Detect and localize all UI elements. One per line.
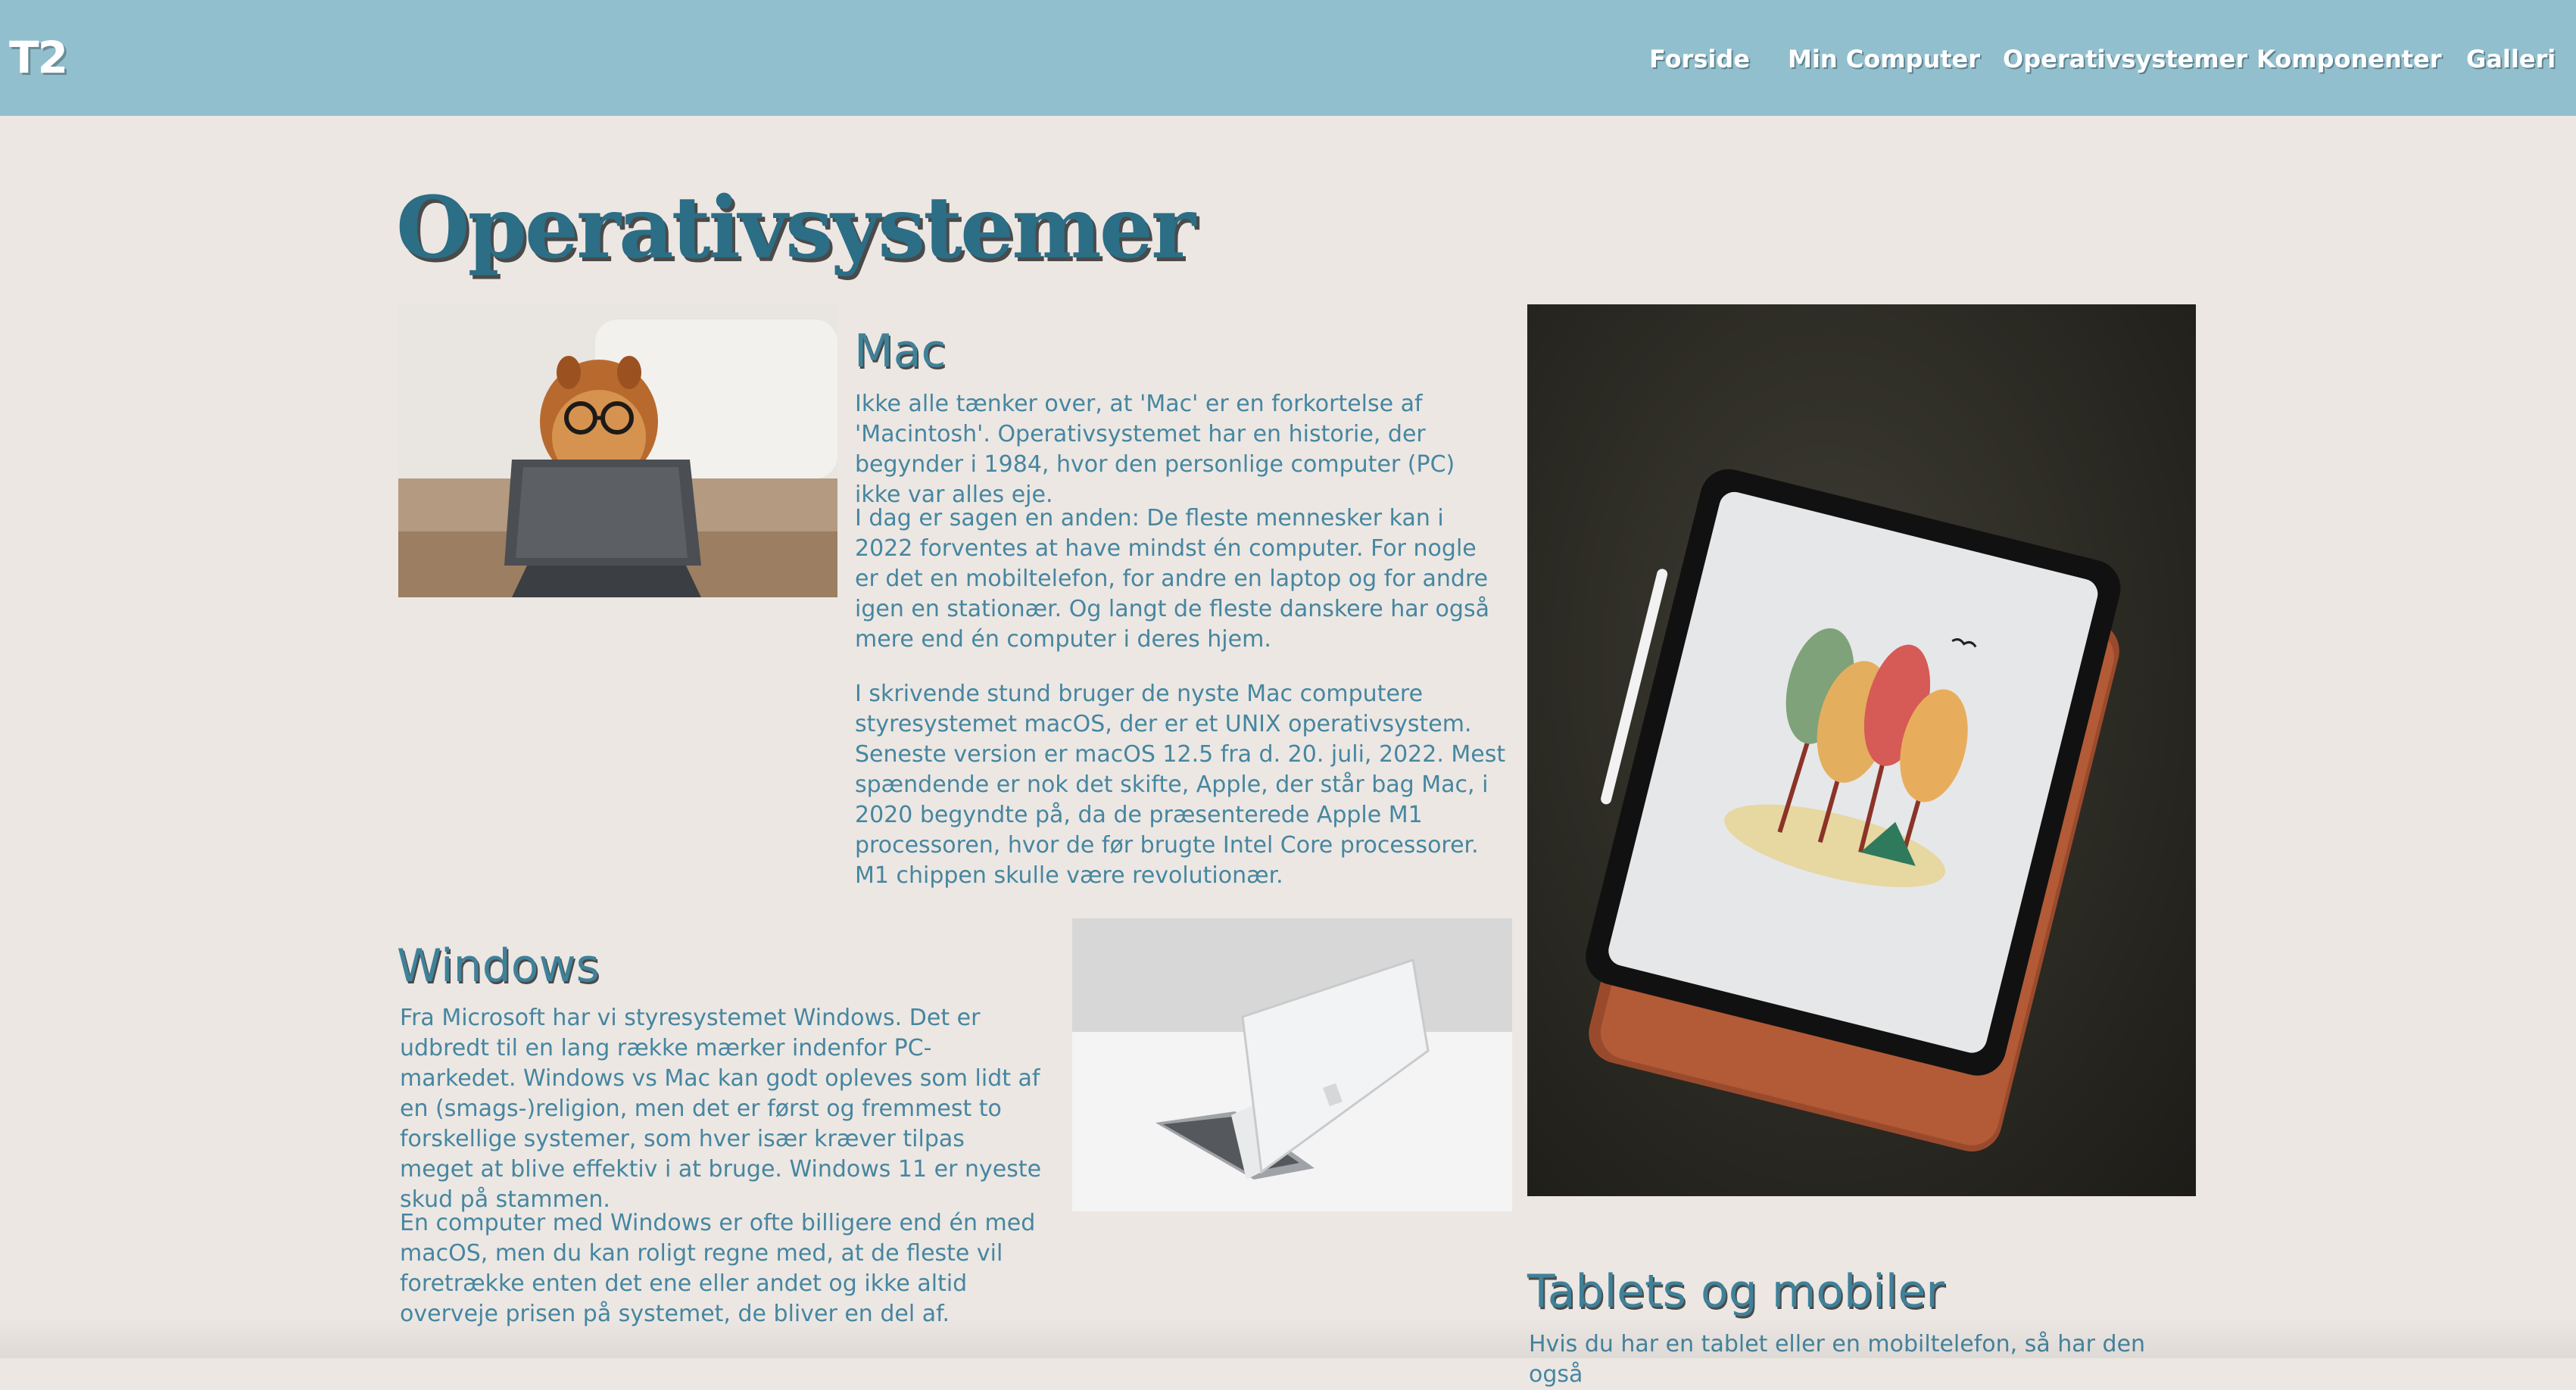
nav-link-min-computer[interactable]: Min Computer — [1788, 42, 1980, 76]
nav-link-forside[interactable]: Forside — [1649, 42, 1750, 76]
nav-link-operativsystemer[interactable]: Operativsystemer — [2003, 42, 2247, 76]
mac-paragraph-3: I skrivende stund bruger de nyste Mac co… — [855, 681, 1506, 889]
windows-paragraph-2: En computer med Windows er ofte billiger… — [400, 1210, 1036, 1327]
mac-paragraph-1: Ikke alle tænker over, at 'Mac' er en fo… — [855, 391, 1455, 508]
page-title: Operativsystemer — [396, 179, 1196, 278]
tablets-heading: Tablets og mobiler — [1527, 1265, 1945, 1318]
dog-with-glasses-photo — [398, 304, 837, 597]
windows-heading: Windows — [397, 940, 600, 993]
tablet-with-drawing-photo — [1527, 304, 2196, 1196]
nav-link-komponenter[interactable]: Komponenter — [2256, 42, 2442, 76]
site-logo[interactable]: T2 — [9, 29, 68, 86]
tablets-paragraph-1: Hvis du har en tablet eller en mobiltele… — [1529, 1331, 2146, 1388]
mac-paragraph-2: I dag er sagen en anden: De fleste menne… — [855, 505, 1489, 653]
mac-heading: Mac — [854, 325, 947, 378]
silver-laptop-photo — [1072, 918, 1512, 1211]
top-navigation-bar: T2 Forside Min Computer Operativsystemer… — [0, 0, 2576, 116]
nav-link-galleri[interactable]: Galleri — [2466, 42, 2556, 76]
windows-paragraph-1: Fra Microsoft har vi styresystemet Windo… — [400, 1005, 1042, 1213]
